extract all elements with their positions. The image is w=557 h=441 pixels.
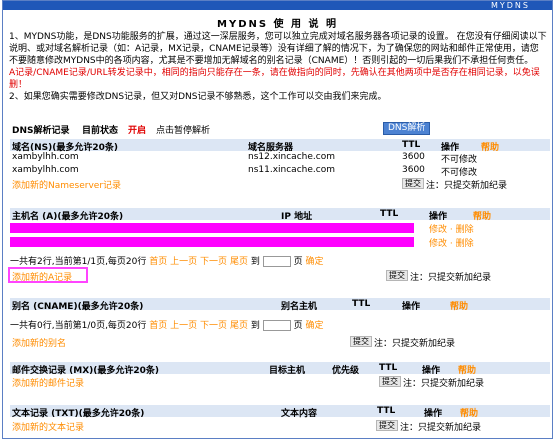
ns-ttl: 3600 <box>402 152 425 162</box>
a-delete-link[interactable]: 删除 <box>456 239 474 249</box>
txt-help-link[interactable]: 帮助 <box>460 406 478 419</box>
mx-add-row: 添加新的邮件记录 提交 注：只提交新加纪录 <box>10 376 550 389</box>
status-state-label: 目前状态 <box>82 126 119 136</box>
a-pager-first[interactable]: 首页 <box>149 257 167 267</box>
txt-col-ttl: TTL <box>377 406 396 416</box>
ns-server: ns11.xincache.com <box>248 165 335 175</box>
a-add-link[interactable]: 添加新的A记录 <box>12 270 72 283</box>
a-col-ip: IP 地址 <box>281 212 313 222</box>
cname-pager-first[interactable]: 首页 <box>149 321 167 331</box>
a-pager-to: 到 <box>250 257 260 267</box>
cname-pager-prev[interactable]: 上一页 <box>170 321 197 331</box>
mx-add-link[interactable]: 添加新的邮件记录 <box>12 376 84 389</box>
txt-add-link[interactable]: 添加新的文本记录 <box>12 420 84 433</box>
ns-domain: xambylhh.com <box>12 165 79 175</box>
a-help-link[interactable]: 帮助 <box>473 209 491 222</box>
txt-header-row: 文本记录 (TXT)(最多允许20条) 文本内容 TTL 操作 帮助 <box>10 405 550 419</box>
brand-label: MYDNS <box>490 1 530 10</box>
cname-add-link[interactable]: 添加新的别名 <box>12 336 66 349</box>
a-note: 注：只提交新加纪录 <box>410 273 492 283</box>
txt-col-content: 文本内容 <box>281 409 318 419</box>
cname-help-link[interactable]: 帮助 <box>450 299 468 312</box>
cname-note: 注：只提交新加纪录 <box>374 339 456 349</box>
a-pager-last[interactable]: 尾页 <box>230 257 248 267</box>
a-pager-confirm[interactable]: 确定 <box>305 257 323 267</box>
ns-header-row: 域名(NS)(最多允许20条) 域名服务器 TTL 操作 帮助 <box>10 139 550 153</box>
table-row: xambylhh.com ns11.xincache.com 3600 不可修改 <box>10 165 550 178</box>
cname-pager-next[interactable]: 下一页 <box>200 321 227 331</box>
pause-link[interactable]: 点击暂停解析 <box>156 123 210 136</box>
ns-add-row: 添加新的Nameserver记录 提交 注：只提交新加纪录 <box>10 178 550 191</box>
ns-op: 不可修改 <box>441 168 478 178</box>
a-col-host: 主机名 (A)(最多允许20条) <box>12 212 124 222</box>
ns-col-ttl: TTL <box>402 140 421 150</box>
a-submit-button[interactable]: 提交 <box>386 270 408 281</box>
main-frame: MYDNS MYDNS 使 用 说 明 1、MYDNS功能，是DNS功能服务的扩… <box>2 0 553 439</box>
redacted-row-1 <box>10 223 414 233</box>
cname-pager-to: 到 <box>250 321 260 331</box>
cname-col-alias: 别名 (CNAME)(最多允许20条) <box>12 302 144 312</box>
ns-submit-button[interactable]: 提交 <box>402 178 424 189</box>
cname-pager: 一共有0行,当前第1/0页,每页20行 首页 上一页 下一页 尾页 到 页 确定 <box>10 318 550 331</box>
a-pager-next[interactable]: 下一页 <box>200 257 227 267</box>
status-state: 开启 <box>128 126 147 136</box>
txt-add-row: 添加新的文本记录 提交 注：只提交新加纪录 <box>10 420 550 433</box>
notice-block: 1、MYDNS功能，是DNS功能服务的扩展，通过这一深层服务，您可以独立完成对域… <box>9 31 547 103</box>
notice-warning: A记录/CNAME记录/URL转发记录中，相同的指向只能存在一条，请在做指向的同… <box>9 68 540 90</box>
ns-op: 不可修改 <box>441 155 478 165</box>
cname-pager-page: 页 <box>293 321 303 331</box>
status-label: DNS解析记录 <box>12 126 70 136</box>
a-pager-page: 页 <box>293 257 303 267</box>
cname-pager-confirm[interactable]: 确定 <box>305 321 323 331</box>
a-header-row: 主机名 (A)(最多允许20条) IP 地址 TTL 操作 帮助 <box>10 208 550 222</box>
a-delete-link[interactable]: 删除 <box>456 225 474 235</box>
a-page-input[interactable] <box>262 256 291 267</box>
a-col-op: 操作 <box>429 212 448 222</box>
txt-submit-button[interactable]: 提交 <box>376 420 398 431</box>
mx-submit-button[interactable]: 提交 <box>379 376 401 387</box>
redacted-row-2 <box>10 237 414 247</box>
txt-col-op: 操作 <box>424 409 443 419</box>
ns-server: ns12.xincache.com <box>248 152 335 162</box>
table-row: 修改 · 删除 <box>429 239 474 249</box>
cname-page-input[interactable] <box>262 320 291 331</box>
mx-help-link[interactable]: 帮助 <box>458 363 476 376</box>
cname-pager-last[interactable]: 尾页 <box>230 321 248 331</box>
notice-paragraph-1: 1、MYDNS功能，是DNS功能服务的扩展，通过这一深层服务，您可以独立完成对域… <box>9 32 547 66</box>
ns-add-link[interactable]: 添加新的Nameserver记录 <box>12 178 121 191</box>
dns-resolve-button[interactable]: DNS解析 <box>383 122 431 135</box>
cname-col-op: 操作 <box>402 302 421 312</box>
cname-col-host: 别名主机 <box>281 302 318 312</box>
mx-header-row: 邮件交换记录 (MX)(最多允许20条) 目标主机 优先级 TTL 操作 帮助 <box>10 362 550 376</box>
mx-col-record: 邮件交换记录 (MX)(最多允许20条) <box>12 366 160 376</box>
a-add-row: 添加新的A记录 提交 注：只提交新加纪录 <box>10 270 550 283</box>
cname-col-ttl: TTL <box>352 299 371 309</box>
top-bar: MYDNS <box>3 1 552 10</box>
a-col-ttl: TTL <box>380 209 399 219</box>
cname-pager-summary: 一共有0行,当前第1/0页,每页20行 <box>10 321 147 331</box>
txt-col-record: 文本记录 (TXT)(最多允许20条) <box>12 409 145 419</box>
txt-note: 注：只提交新加纪录 <box>400 423 482 433</box>
table-row: 修改 · 删除 <box>429 225 474 235</box>
mx-col-target: 目标主机 <box>269 366 306 376</box>
mx-col-ttl: TTL <box>379 363 398 373</box>
ns-ttl: 3600 <box>402 165 425 175</box>
a-pager: 一共有2行,当前第1/1页,每页20行 首页 上一页 下一页 尾页 到 页 确定 <box>10 254 550 267</box>
status-row: DNS解析记录 目前状态 开启 点击暂停解析 DNS解析 <box>10 122 550 136</box>
ns-note: 注：只提交新加纪录 <box>426 181 508 191</box>
a-pager-prev[interactable]: 上一页 <box>170 257 197 267</box>
mx-note: 注：只提交新加纪录 <box>403 379 485 389</box>
table-row: xambylhh.com ns12.xincache.com 3600 不可修改 <box>10 152 550 165</box>
mx-col-priority: 优先级 <box>332 366 360 376</box>
cname-submit-button[interactable]: 提交 <box>350 336 372 347</box>
page-title: MYDNS 使 用 说 明 <box>217 19 338 30</box>
ns-domain: xambylhh.com <box>12 152 79 162</box>
notice-paragraph-2: 2、如果您确实需要修改DNS记录，但又对DNS记录不够熟悉，这个工作可以交由我们… <box>9 92 387 102</box>
a-pager-summary: 一共有2行,当前第1/1页,每页20行 <box>10 257 147 267</box>
cname-header-row: 别名 (CNAME)(最多允许20条) 别名主机 TTL 操作 帮助 <box>10 298 550 312</box>
cname-add-row: 添加新的别名 提交 注：只提交新加纪录 <box>10 336 550 349</box>
a-edit-link[interactable]: 修改 <box>429 239 447 249</box>
a-edit-link[interactable]: 修改 <box>429 225 447 235</box>
mx-col-op: 操作 <box>422 366 441 376</box>
